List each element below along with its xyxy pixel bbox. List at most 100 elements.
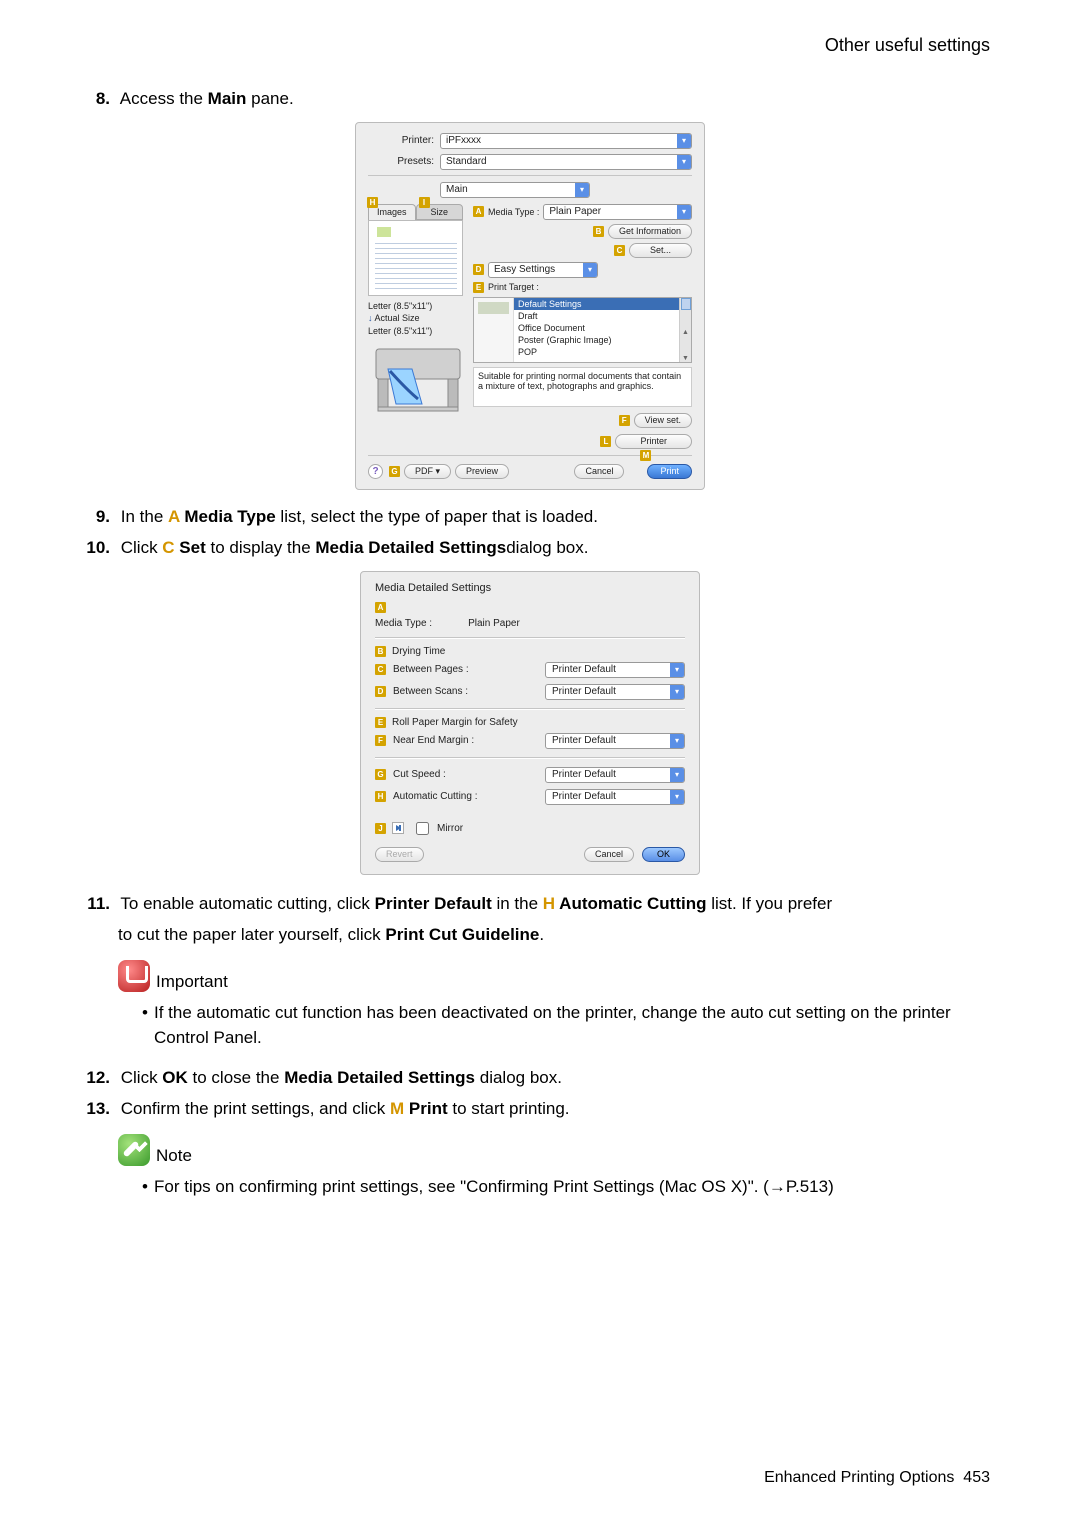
- d2-drying-label: Drying Time: [392, 646, 445, 657]
- d2-auto-label: Automatic Cutting :: [393, 791, 539, 802]
- d2-scans-select[interactable]: Printer Default▾: [545, 684, 685, 700]
- step-10-mid: to display the: [206, 538, 316, 557]
- step-12: 12. Click OK to close the Media Detailed…: [70, 1065, 990, 1091]
- target-description: Suitable for printing normal documents t…: [473, 367, 692, 407]
- set-button[interactable]: Set...: [629, 243, 692, 258]
- tab-images[interactable]: H Images: [368, 204, 416, 220]
- printer-select[interactable]: iPFxxxx ▾: [440, 133, 692, 149]
- target-item-office[interactable]: Office Document: [514, 322, 679, 334]
- size-info: Letter (8.5"x11") ↓ Actual Size Letter (…: [368, 300, 463, 338]
- dropdown-icon: ▾: [670, 768, 684, 782]
- step-13-num: 13.: [80, 1096, 110, 1122]
- tag2-a: A: [375, 602, 386, 613]
- cancel-button[interactable]: Cancel: [574, 464, 624, 479]
- list-scrollbar[interactable]: ▲ ▼: [679, 298, 691, 362]
- step-10-pre: Click: [121, 538, 163, 557]
- print-target-list[interactable]: Default Settings Draft Office Document P…: [473, 297, 692, 363]
- important-icon: [118, 960, 150, 992]
- preview-button[interactable]: Preview: [455, 464, 509, 479]
- tab-size-label: Size: [430, 207, 448, 217]
- step-9-letter: A: [168, 507, 180, 526]
- tag2-g: G: [375, 769, 386, 780]
- presets-select[interactable]: Standard ▾: [440, 154, 692, 170]
- presets-label: Presets:: [368, 156, 440, 167]
- pdf-button[interactable]: PDF ▾: [404, 464, 451, 479]
- d2-scans-label: Between Scans :: [393, 686, 539, 697]
- media-type-select[interactable]: Plain Paper ▾: [543, 204, 692, 220]
- step-10: 10. Click C Set to display the Media Det…: [70, 535, 990, 561]
- tab-size[interactable]: I Size: [416, 204, 464, 220]
- scroll-up-icon[interactable]: ▲: [682, 329, 689, 336]
- play-preview-button[interactable]: [392, 822, 404, 834]
- step-10-post: dialog box.: [506, 538, 588, 557]
- target-item-draft[interactable]: Draft: [514, 310, 679, 322]
- presets-value: Standard: [446, 156, 487, 167]
- printer-illustration: [368, 339, 468, 417]
- step-12-num: 12.: [80, 1065, 110, 1091]
- step-11-l2c: .: [539, 925, 544, 944]
- tag2-d: D: [375, 686, 386, 697]
- dropdown-icon: ▾: [583, 263, 597, 277]
- target-item-default[interactable]: Default Settings: [514, 298, 679, 310]
- important-title: Important: [156, 972, 228, 992]
- footer-text: Enhanced Printing Options: [764, 1469, 954, 1486]
- d2-cut-select[interactable]: Printer Default▾: [545, 767, 685, 783]
- d2-ok-button[interactable]: OK: [642, 847, 685, 862]
- footer-page: 453: [963, 1469, 990, 1486]
- tag2-j: J: [375, 823, 386, 834]
- note-callout: Note: [118, 1134, 990, 1166]
- mirror-checkbox[interactable]: [416, 822, 429, 835]
- d2-auto-value: Printer Default: [552, 791, 616, 802]
- print-button[interactable]: Print: [647, 464, 692, 479]
- pane-value: Main: [446, 184, 468, 195]
- step-10-bold2: Media Detailed Settings: [315, 538, 506, 557]
- target-item-pop[interactable]: POP: [514, 346, 679, 358]
- dropdown-icon: ▾: [670, 734, 684, 748]
- step-11-l2b: Print Cut Guideline: [385, 925, 539, 944]
- d2-media-type-value: Plain Paper: [468, 618, 520, 629]
- printer-label: Printer:: [368, 135, 440, 146]
- d2-pages-value: Printer Default: [552, 664, 616, 675]
- d2-pages-select[interactable]: Printer Default▾: [545, 662, 685, 678]
- tag-d: D: [473, 264, 484, 275]
- tag2-h: H: [375, 791, 386, 802]
- printer-button[interactable]: Printer: [615, 434, 692, 449]
- tag-h: H: [367, 197, 378, 208]
- size-1: Letter (8.5"x11"): [368, 300, 463, 313]
- dropdown-icon: ▾: [677, 155, 691, 169]
- help-button[interactable]: ?: [368, 464, 383, 479]
- note-title: Note: [156, 1146, 192, 1166]
- revert-button[interactable]: Revert: [375, 847, 424, 862]
- d2-near-select[interactable]: Printer Default▾: [545, 733, 685, 749]
- step-11-l2a: to cut the paper later yourself, click: [118, 925, 385, 944]
- step-9: 9. In the A Media Type list, select the …: [70, 504, 990, 530]
- view-set-button[interactable]: View set.: [634, 413, 692, 428]
- d2-auto-select[interactable]: Printer Default ▾: [545, 789, 685, 805]
- scroll-down-icon[interactable]: ▼: [682, 355, 689, 362]
- pane-select[interactable]: Main ▾: [440, 182, 590, 198]
- important-bullet: If the automatic cut function has been d…: [142, 1000, 990, 1051]
- note-bullet: For tips on confirming print settings, s…: [142, 1174, 990, 1200]
- tag2-c: C: [375, 664, 386, 675]
- d2-cut-label: Cut Speed :: [393, 769, 539, 780]
- size-actual: Actual Size: [375, 313, 420, 323]
- target-item-poster[interactable]: Poster (Graphic Image): [514, 334, 679, 346]
- step-11-t3: list. If you prefer: [706, 894, 832, 913]
- scroll-thumb[interactable]: [681, 298, 691, 310]
- tag-m: M: [640, 450, 651, 461]
- tag-c: C: [614, 245, 625, 256]
- print-target-label: Print Target :: [488, 282, 539, 292]
- step-12-t3: dialog box.: [475, 1068, 562, 1087]
- media-detailed-settings-dialog: Media Detailed Settings A Media Type : P…: [360, 571, 700, 875]
- step-11-num: 11.: [80, 891, 110, 917]
- dropdown-icon: ▾: [575, 183, 589, 197]
- step-8: 8. Access the Main pane.: [70, 86, 990, 112]
- step-13-t2: to start printing.: [448, 1099, 570, 1118]
- d2-roll-label: Roll Paper Margin for Safety: [392, 717, 518, 728]
- easy-settings-label: Easy Settings: [494, 264, 555, 275]
- dropdown-icon: ▾: [670, 790, 684, 804]
- tag2-f: F: [375, 735, 386, 746]
- easy-settings-select[interactable]: Easy Settings ▾: [488, 262, 598, 278]
- get-information-button[interactable]: Get Information: [608, 224, 692, 239]
- d2-cancel-button[interactable]: Cancel: [584, 847, 634, 862]
